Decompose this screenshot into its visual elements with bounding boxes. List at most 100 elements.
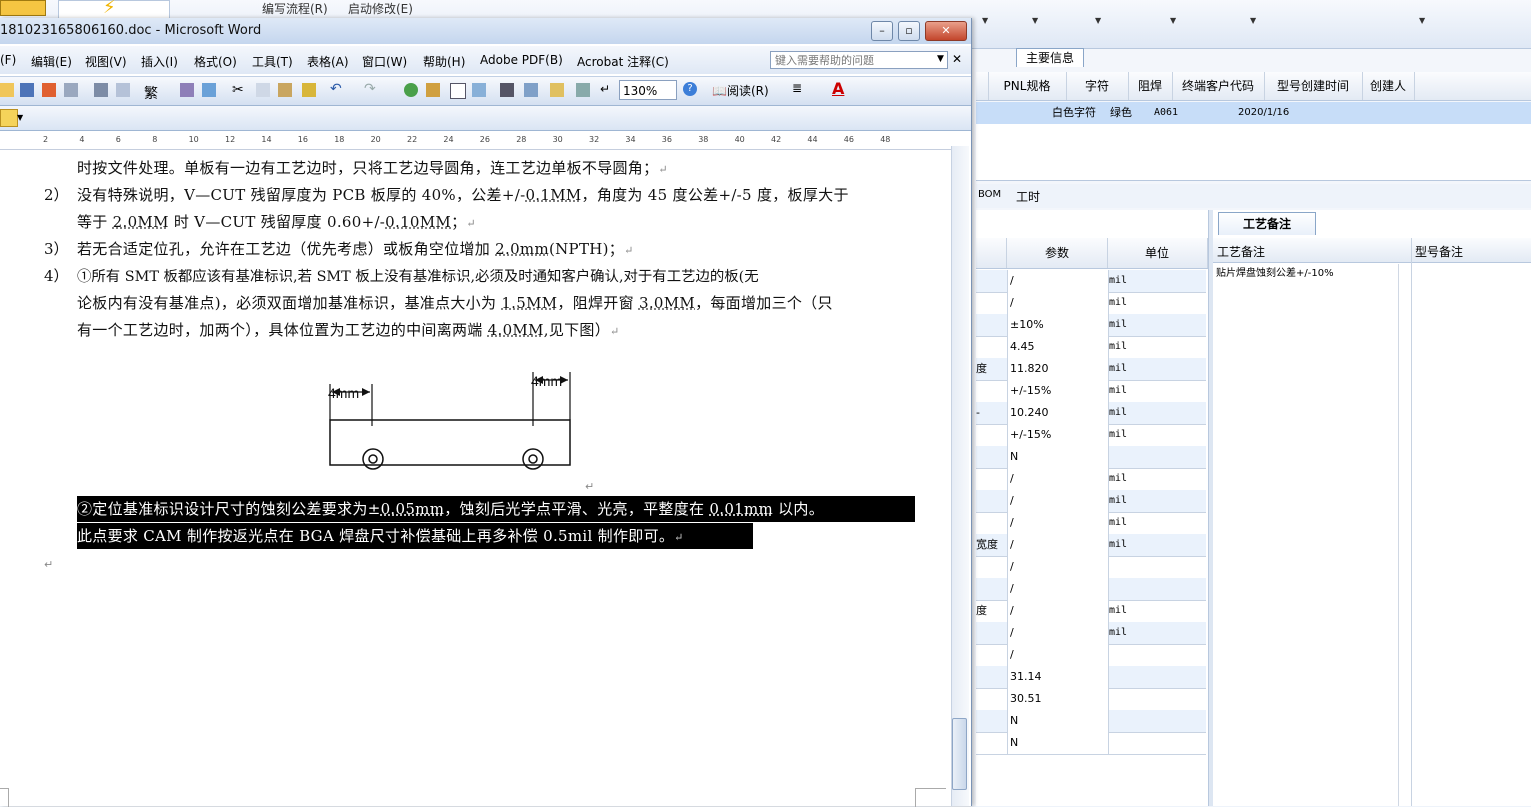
redo-icon[interactable]: ↷ <box>364 81 376 97</box>
col-creator[interactable]: 创建人 <box>1362 72 1415 100</box>
menu-acrobat-comment[interactable]: Acrobat 注释(C) <box>577 53 669 70</box>
param-value[interactable]: 30.51 <box>1007 688 1109 710</box>
insert-table-icon[interactable] <box>450 83 466 99</box>
table-row[interactable]: N <box>976 732 1206 755</box>
table-row[interactable]: N <box>976 710 1206 733</box>
help-search-input[interactable]: 键入需要帮助的问题 <box>770 51 948 69</box>
process-note-text[interactable]: 贴片焊盘蚀刻公差+/-10% <box>1216 264 1334 279</box>
research-icon[interactable] <box>202 83 216 97</box>
scrollbar-thumb[interactable] <box>952 718 967 790</box>
font-color-icon[interactable]: A <box>832 79 844 98</box>
minimize-icon[interactable]: – <box>871 21 893 41</box>
print-preview-icon[interactable] <box>116 83 130 97</box>
menu-view[interactable]: 视图(V) <box>85 53 127 70</box>
param-value[interactable]: N <box>1007 732 1109 754</box>
table-row[interactable]: - 10.240 mil <box>976 402 1206 425</box>
table-row[interactable]: 31.14 <box>976 666 1206 689</box>
notes-scrollbar[interactable] <box>1398 264 1411 806</box>
table-row[interactable]: / mil <box>976 292 1206 315</box>
title-bar[interactable]: 181023165806160.doc - Microsoft Word – ▫… <box>0 18 971 44</box>
param-value[interactable]: / <box>1007 578 1109 600</box>
menu-tools[interactable]: 工具(T) <box>252 53 293 70</box>
table-row[interactable]: 30.51 <box>976 688 1206 711</box>
col-pnl-spec[interactable]: PNL规格 <box>988 72 1067 100</box>
zoom-icon[interactable] <box>576 83 590 97</box>
param-value[interactable]: 10.240 <box>1007 402 1109 424</box>
traditional-chinese-icon[interactable]: 繁 <box>144 83 158 103</box>
col-process-note[interactable]: 工艺备注 <box>1217 243 1265 260</box>
table-row[interactable]: 度 / mil <box>976 600 1206 623</box>
table-row[interactable]: +/-15% mil <box>976 424 1206 447</box>
tab-work-hours[interactable]: 工时 <box>1016 188 1040 205</box>
table-row[interactable]: / mil <box>976 468 1206 491</box>
col-customer-code[interactable]: 终端客户代码 <box>1172 72 1265 100</box>
tables-borders-icon[interactable] <box>426 83 440 97</box>
tab-process-notes[interactable]: 工艺备注 <box>1218 212 1316 235</box>
table-row[interactable]: / <box>976 556 1206 579</box>
zoom-select[interactable]: 130% <box>619 80 677 100</box>
table-row[interactable]: / mil <box>976 270 1206 293</box>
dropdown-arrow-icon[interactable]: ▼ <box>982 16 988 25</box>
col-param[interactable]: 参数 <box>1007 238 1108 268</box>
table-row[interactable]: / <box>976 644 1206 667</box>
close-icon[interactable]: ✕ <box>925 21 967 41</box>
param-value[interactable]: N <box>1007 710 1109 732</box>
menu-insert[interactable]: 插入(I) <box>141 53 178 70</box>
tab-main-info[interactable]: 主要信息 <box>1016 48 1084 67</box>
param-value[interactable]: / <box>1007 644 1109 666</box>
table-row[interactable]: 宽度 / mil <box>976 534 1206 557</box>
highlighted-text[interactable]: ②定位基准标识设计尺寸的蚀刻公差要求为±0.05mm，蚀刻后光学点平滑、光亮，平… <box>77 496 915 522</box>
save-icon[interactable] <box>20 83 34 97</box>
maximize-icon[interactable]: ▫ <box>898 21 920 41</box>
spelling-icon[interactable] <box>180 83 194 97</box>
table-row[interactable]: ±10% mil <box>976 314 1206 337</box>
insert-excel-icon[interactable] <box>472 83 486 97</box>
doc-map-icon[interactable] <box>550 83 564 97</box>
menu-edit[interactable]: 编辑(E) <box>31 53 72 70</box>
cut-icon[interactable]: ✂ <box>232 82 244 98</box>
drawing-icon[interactable] <box>524 83 538 97</box>
table-row[interactable]: 4.45 mil <box>976 336 1206 359</box>
param-value[interactable]: +/-15% <box>1007 424 1109 446</box>
param-value[interactable]: 11.820 <box>1007 358 1109 380</box>
open-icon[interactable] <box>0 83 14 97</box>
help-icon[interactable]: ? <box>683 82 697 96</box>
read-button[interactable]: 📖阅读(R) <box>712 82 769 99</box>
table-row[interactable]: / mil <box>976 490 1206 513</box>
app-icon[interactable] <box>0 0 46 16</box>
vertical-scrollbar[interactable] <box>951 146 969 806</box>
dropdown-arrow-icon[interactable]: ▼ <box>1419 16 1425 25</box>
print-icon[interactable] <box>94 83 108 97</box>
param-value[interactable]: 31.14 <box>1007 666 1109 688</box>
horizontal-ruler[interactable]: 2 4 6 8 10 12 14 16 18 20 22 24 26 28 30 32 34 36 38 40 42 44… <box>0 133 955 150</box>
col-unit[interactable]: 单位 <box>1107 238 1208 268</box>
menu-help[interactable]: 帮助(H) <box>423 53 465 70</box>
menu-format[interactable]: 格式(O) <box>194 53 237 70</box>
dropdown-arrow-icon[interactable]: ▼ <box>1250 16 1256 25</box>
table-row[interactable]: 度 11.820 mil <box>976 358 1206 381</box>
param-value[interactable]: / <box>1007 490 1109 512</box>
chevron-down-icon[interactable]: ▼ <box>17 113 23 122</box>
dropdown-arrow-icon[interactable]: ▼ <box>1032 16 1038 25</box>
hyperlink-icon[interactable] <box>404 83 418 97</box>
close-help-icon[interactable]: ✕ <box>952 52 962 66</box>
param-value[interactable]: / <box>1007 600 1109 622</box>
copy-icon[interactable] <box>256 83 270 97</box>
param-value[interactable]: ±10% <box>1007 314 1109 336</box>
tab-bom[interactable]: BOM <box>978 189 1001 200</box>
app-tab[interactable]: ⚡ <box>58 0 170 20</box>
highlighted-text[interactable]: 此点要求 CAM 制作按返光点在 BGA 焊盘尺寸补偿基础上再多补偿 0.5mi… <box>77 523 753 549</box>
indent-icon[interactable]: ≣ <box>792 81 802 95</box>
permission-icon[interactable] <box>42 83 56 97</box>
columns-icon[interactable] <box>500 83 514 97</box>
param-value[interactable]: / <box>1007 292 1109 314</box>
menu-adobe-pdf[interactable]: Adobe PDF(B) <box>480 53 563 67</box>
dropdown-arrow-icon[interactable]: ▼ <box>1170 16 1176 25</box>
menu-window[interactable]: 窗口(W) <box>362 53 407 70</box>
param-value[interactable]: 4.45 <box>1007 336 1109 358</box>
menu-start-modify[interactable]: 启动修改(E) <box>348 0 413 17</box>
email-icon[interactable] <box>64 83 78 97</box>
show-hide-icon[interactable]: ↵ <box>600 82 610 96</box>
col-created-time[interactable]: 型号创建时间 <box>1264 72 1363 100</box>
paste-icon[interactable] <box>278 83 292 97</box>
